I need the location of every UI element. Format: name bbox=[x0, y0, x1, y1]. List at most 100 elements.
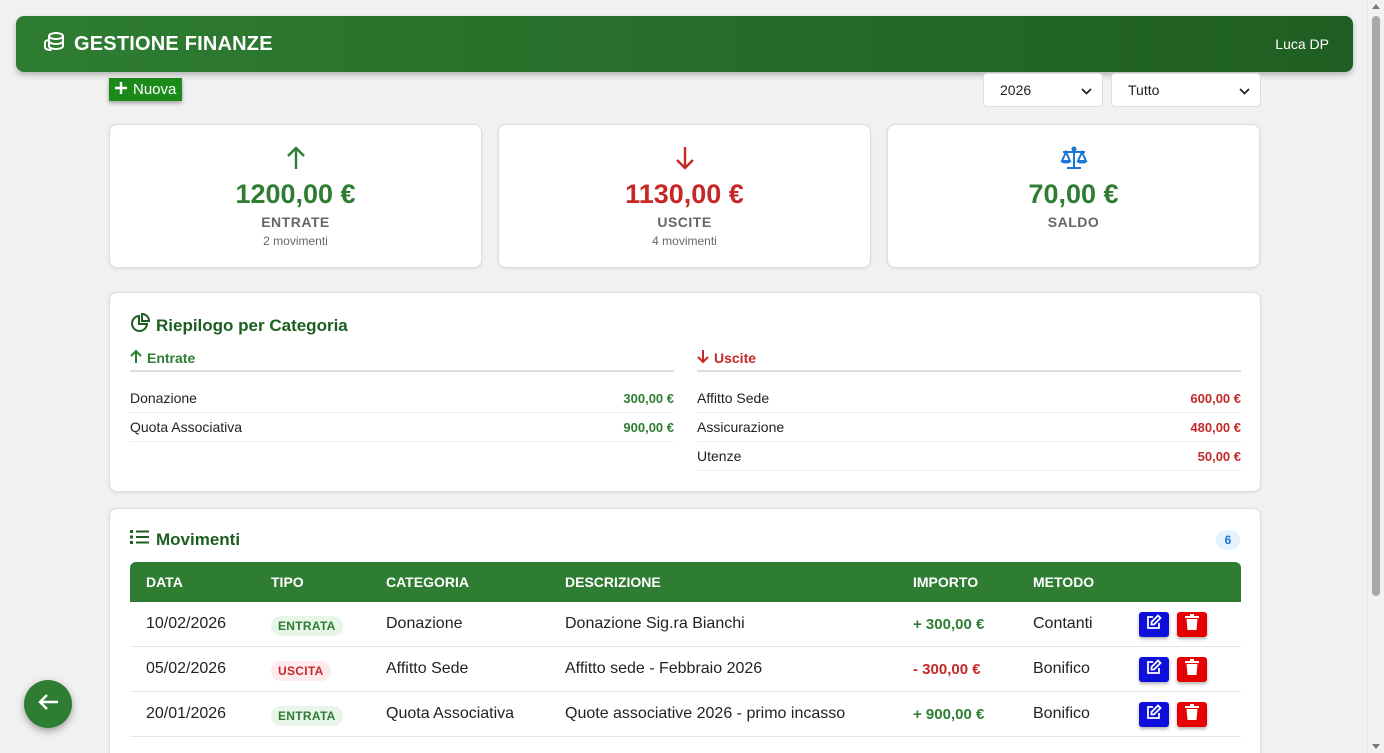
new-transaction-button[interactable]: Nuova bbox=[109, 78, 183, 101]
pie-chart-icon bbox=[130, 312, 151, 338]
table-header: DATA TIPO CATEGORIA DESCRIZIONE IMPORTO … bbox=[130, 562, 1241, 602]
income-categories-title: Entrate bbox=[147, 349, 196, 366]
arrow-up-icon bbox=[110, 145, 481, 171]
chevron-down-icon bbox=[1239, 82, 1250, 98]
row-date: 20/01/2026 bbox=[146, 705, 227, 722]
type-filter-value: Tutto bbox=[1128, 82, 1160, 98]
expense-categories-header: Uscite bbox=[697, 345, 1241, 372]
column-header-description[interactable]: DESCRIZIONE bbox=[565, 574, 661, 590]
scroll-up-arrow-icon[interactable] bbox=[1372, 4, 1380, 9]
income-stat-card: 1200,00 € ENTRATE 2 movimenti bbox=[109, 124, 482, 268]
category-summary-card: Riepilogo per Categoria Entrate Donazion… bbox=[109, 292, 1261, 492]
plus-icon bbox=[114, 81, 128, 99]
expense-count: 4 movimenti bbox=[652, 234, 717, 248]
category-row: Quota Associativa 900,00 € bbox=[130, 413, 674, 442]
arrow-down-icon bbox=[499, 145, 870, 171]
category-total: 50,00 € bbox=[1197, 448, 1241, 464]
list-icon bbox=[130, 529, 150, 550]
row-date: 05/02/2026 bbox=[146, 660, 227, 677]
expense-total: 1130,00 € bbox=[625, 179, 744, 209]
row-date: 10/02/2026 bbox=[146, 615, 227, 632]
delete-button[interactable] bbox=[1177, 657, 1207, 682]
income-count: 2 movimenti bbox=[263, 234, 328, 248]
expense-categories-title: Uscite bbox=[714, 349, 757, 366]
column-header-category[interactable]: CATEGORIA bbox=[386, 574, 469, 590]
movements-table: DATA TIPO CATEGORIA DESCRIZIONE IMPORTO … bbox=[130, 562, 1241, 737]
app-header: GESTIONE FINANZE Luca DP bbox=[16, 16, 1353, 72]
app-title: GESTIONE FINANZE bbox=[74, 32, 273, 55]
category-total: 480,00 € bbox=[1190, 419, 1241, 435]
column-header-date[interactable]: DATA bbox=[146, 574, 183, 590]
row-description: Quote associative 2026 - primo incasso bbox=[565, 705, 846, 722]
category-name: Affitto Sede bbox=[697, 390, 770, 406]
chevron-down-icon bbox=[1081, 82, 1092, 98]
arrow-left-icon bbox=[37, 693, 59, 716]
edit-icon bbox=[1146, 659, 1162, 680]
column-header-amount[interactable]: IMPORTO bbox=[913, 574, 978, 590]
arrow-down-icon bbox=[697, 349, 709, 367]
type-badge: USCITA bbox=[271, 661, 331, 681]
category-name: Quota Associativa bbox=[130, 419, 243, 435]
row-amount: + 900,00 € bbox=[913, 706, 985, 723]
new-transaction-label: Nuova bbox=[133, 81, 177, 98]
balance-stat-card: 70,00 € SALDO bbox=[887, 124, 1260, 268]
trash-icon bbox=[1185, 614, 1199, 635]
row-category: Affitto Sede bbox=[386, 660, 469, 677]
row-method: Contanti bbox=[1033, 615, 1093, 632]
column-header-method[interactable]: METODO bbox=[1033, 574, 1094, 590]
category-row: Assicurazione 480,00 € bbox=[697, 413, 1241, 442]
back-button[interactable] bbox=[24, 680, 72, 728]
income-total: 1200,00 € bbox=[235, 179, 356, 209]
type-badge: ENTRATA bbox=[271, 616, 343, 636]
edit-button[interactable] bbox=[1139, 702, 1169, 727]
row-amount: - 300,00 € bbox=[913, 661, 981, 678]
category-name: Donazione bbox=[130, 390, 197, 406]
category-total: 300,00 € bbox=[623, 390, 674, 406]
table-row: 10/02/2026 ENTRATA Donazione Donazione S… bbox=[130, 602, 1241, 647]
scale-balance-icon bbox=[888, 145, 1259, 171]
income-categories-header: Entrate bbox=[130, 345, 674, 372]
expense-stat-card: 1130,00 € USCITE 4 movimenti bbox=[498, 124, 871, 268]
row-description: Affitto sede - Febbraio 2026 bbox=[565, 660, 763, 677]
income-categories: Entrate Donazione 300,00 € Quota Associa… bbox=[130, 345, 674, 442]
summary-title: Riepilogo per Categoria bbox=[130, 312, 348, 338]
delete-button[interactable] bbox=[1177, 612, 1207, 637]
brand: GESTIONE FINANZE bbox=[42, 31, 273, 58]
edit-button[interactable] bbox=[1139, 657, 1169, 682]
trash-icon bbox=[1185, 704, 1199, 725]
year-select[interactable]: 2026 bbox=[983, 73, 1103, 107]
user-menu[interactable]: Luca DP bbox=[1275, 36, 1329, 52]
summary-title-text: Riepilogo per Categoria bbox=[156, 315, 348, 335]
category-row: Utenze 50,00 € bbox=[697, 442, 1241, 471]
row-category: Donazione bbox=[386, 615, 463, 632]
movements-title-text: Movimenti bbox=[156, 529, 241, 549]
table-row: 05/02/2026 USCITA Affitto Sede Affitto s… bbox=[130, 647, 1241, 692]
year-select-value: 2026 bbox=[1000, 82, 1032, 98]
movements-count-badge: 6 bbox=[1216, 530, 1240, 550]
edit-icon bbox=[1146, 704, 1162, 725]
scroll-thumb[interactable] bbox=[1372, 16, 1380, 596]
edit-button[interactable] bbox=[1139, 612, 1169, 637]
row-amount: + 300,00 € bbox=[913, 616, 985, 633]
balance-total: 70,00 € bbox=[1028, 179, 1119, 209]
expense-label: USCITE bbox=[657, 214, 712, 230]
column-header-type[interactable]: TIPO bbox=[271, 574, 304, 590]
row-method: Bonifico bbox=[1033, 660, 1090, 677]
movements-title: Movimenti bbox=[130, 529, 240, 550]
coins-icon bbox=[42, 31, 66, 58]
delete-button[interactable] bbox=[1177, 702, 1207, 727]
category-name: Utenze bbox=[697, 448, 742, 464]
page-scrollbar[interactable] bbox=[1367, 0, 1384, 753]
income-label: ENTRATE bbox=[261, 214, 330, 230]
movements-card: Movimenti 6 DATA TIPO CATEGORIA DESCRIZI… bbox=[109, 508, 1261, 753]
category-row: Affitto Sede 600,00 € bbox=[697, 384, 1241, 413]
row-description: Donazione Sig.ra Bianchi bbox=[565, 615, 745, 632]
table-row: 20/01/2026 ENTRATA Quota Associativa Quo… bbox=[130, 692, 1241, 737]
type-filter-select[interactable]: Tutto bbox=[1111, 73, 1261, 107]
category-row: Donazione 300,00 € bbox=[130, 384, 674, 413]
row-method: Bonifico bbox=[1033, 705, 1090, 722]
expense-categories: Uscite Affitto Sede 600,00 € Assicurazio… bbox=[697, 345, 1241, 471]
trash-icon bbox=[1185, 659, 1199, 680]
row-category: Quota Associativa bbox=[386, 705, 515, 722]
scroll-down-arrow-icon[interactable] bbox=[1372, 744, 1380, 749]
